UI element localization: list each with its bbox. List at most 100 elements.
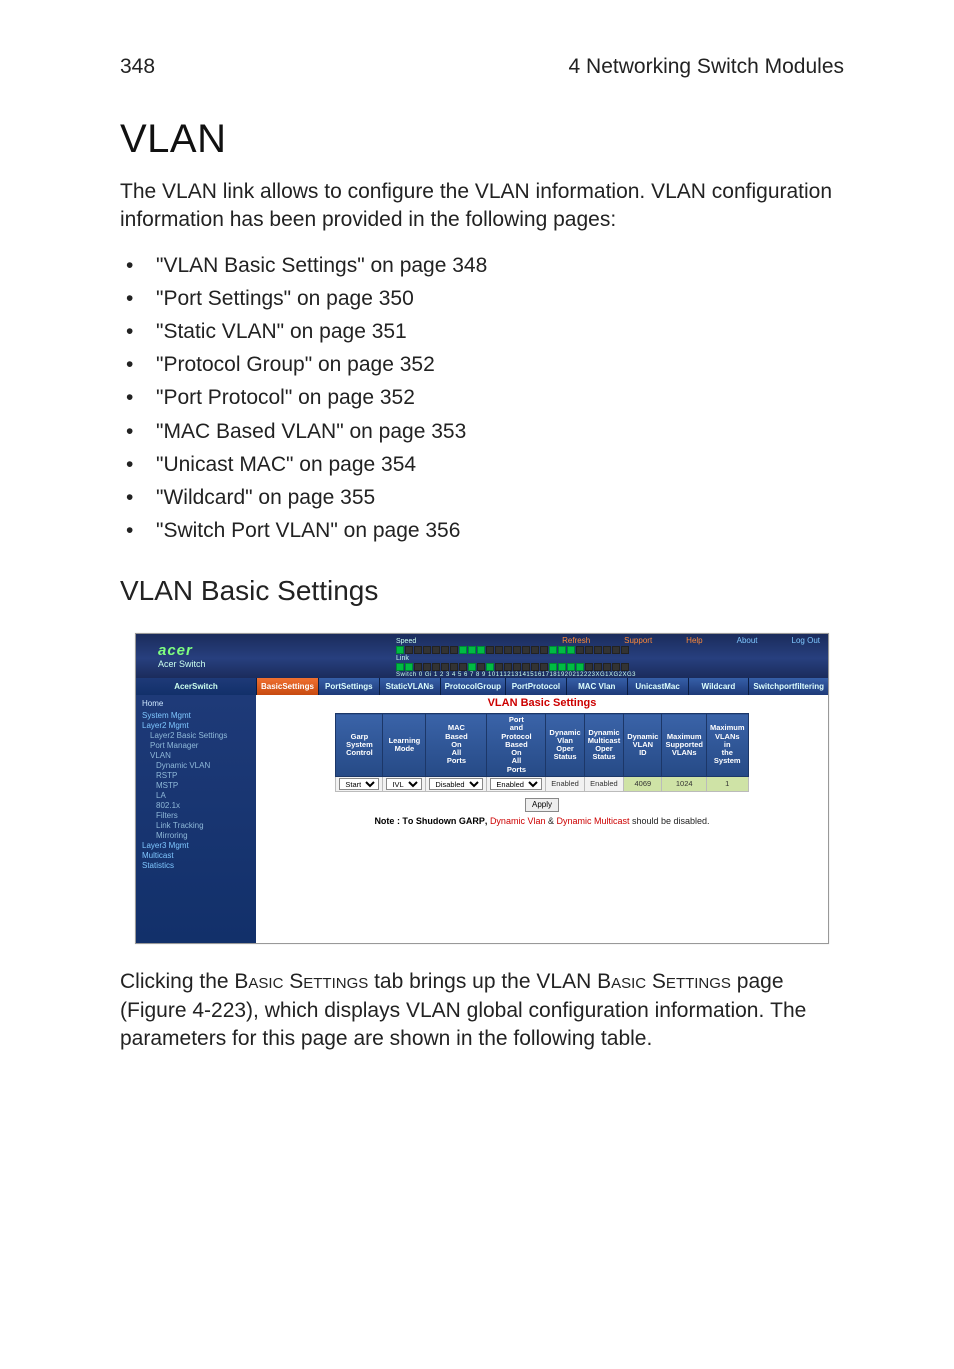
port-led [621, 663, 629, 671]
list-item: "MAC Based VLAN" on page 353 [120, 415, 844, 448]
col-maximum-vlans-in-the-system: MaximumVLANsintheSystem [706, 714, 748, 777]
macbased-select[interactable]: Disabled [429, 778, 483, 790]
banner: acer Acer Switch Speed Link Switch 0 Gi … [136, 634, 828, 678]
brand-subtitle: Acer Switch [158, 659, 206, 669]
port-led [585, 646, 593, 654]
port-led [432, 663, 440, 671]
tab-wildcard[interactable]: Wildcard [688, 678, 749, 695]
sidebar: Home System MgmtLayer2 MgmtLayer2 Basic … [136, 695, 256, 943]
sidebar-item-dynamic-vlan[interactable]: Dynamic VLAN [142, 761, 250, 771]
garp-cell[interactable]: Start [336, 776, 383, 791]
sidebar-item-statistics[interactable]: Statistics [142, 861, 250, 871]
col-port-and-protocol-based-on-all-ports: PortandProtocolBasedOnAllPorts [487, 714, 546, 777]
port-led [612, 646, 620, 654]
port-numbers: Gi 1 2 3 4 5 6 7 8 9 1011121314151617181… [425, 672, 636, 678]
tab-portsettings[interactable]: PortSettings [318, 678, 379, 695]
port-led [522, 646, 530, 654]
garp-select[interactable]: Start [339, 778, 379, 790]
port-led [423, 663, 431, 671]
port-led [405, 663, 413, 671]
list-item: "Static VLAN" on page 351 [120, 315, 844, 348]
list-item: "Switch Port VLAN" on page 356 [120, 514, 844, 547]
port-led [558, 646, 566, 654]
learning-select[interactable]: IVL [386, 778, 422, 790]
sidebar-item-la[interactable]: LA [142, 791, 250, 801]
port-led [459, 663, 467, 671]
refresh-link[interactable]: Refresh [562, 636, 590, 645]
port-led [594, 663, 602, 671]
port-led [432, 646, 440, 654]
portproto-cell[interactable]: Enabled [487, 776, 546, 791]
col-mac-based-on-all-ports: MACBasedOnAllPorts [426, 714, 487, 777]
sidebar-item-system-mgmt[interactable]: System Mgmt [142, 711, 250, 721]
port-led [549, 646, 557, 654]
tab-mac-vlan[interactable]: MAC Vlan [566, 678, 627, 695]
support-link[interactable]: Support [624, 636, 652, 645]
port-led [540, 663, 548, 671]
vlan-basic-settings-table: GarpSystemControlLearningModeMACBasedOnA… [335, 713, 748, 792]
sidebar-item-link-tracking[interactable]: Link Tracking [142, 821, 250, 831]
sidebar-item-layer2-mgmt[interactable]: Layer2 Mgmt [142, 721, 250, 731]
note-dynvlan: Dynamic Vlan [490, 816, 546, 826]
maxsupported-cell: 1024 [662, 776, 707, 791]
help-link[interactable]: Help [686, 636, 702, 645]
sidebar-home[interactable]: Home [142, 699, 250, 709]
sidebar-item-802-1x[interactable]: 802.1x [142, 801, 250, 811]
switch-ui-screenshot: acer Acer Switch Speed Link Switch 0 Gi … [135, 633, 829, 944]
maxinsystem-cell: 1 [706, 776, 748, 791]
dynmcast-cell: Enabled [584, 776, 624, 791]
port-led [495, 663, 503, 671]
tabstrip-title: AcerSwitch [136, 678, 256, 695]
list-item: "Port Protocol" on page 352 [120, 381, 844, 414]
port-led [441, 646, 449, 654]
tab-portprotocol[interactable]: PortProtocol [505, 678, 566, 695]
sidebar-item-port-manager[interactable]: Port Manager [142, 741, 250, 751]
note-amp: & [545, 816, 556, 826]
list-item: "Wildcard" on page 355 [120, 481, 844, 514]
port-led [468, 646, 476, 654]
sidebar-item-layer3-mgmt[interactable]: Layer3 Mgmt [142, 841, 250, 851]
sidebar-item-vlan[interactable]: VLAN [142, 751, 250, 761]
after-paragraph: Clicking the Basic Settings tab brings u… [120, 968, 844, 1053]
logout-link[interactable]: Log Out [792, 636, 820, 645]
port-led [450, 646, 458, 654]
about-link[interactable]: About [737, 636, 758, 645]
sidebar-item-mirroring[interactable]: Mirroring [142, 831, 250, 841]
port-led [540, 646, 548, 654]
tab-staticvlans[interactable]: StaticVLANs [379, 678, 440, 695]
tab-basicsettings[interactable]: BasicSettings [256, 678, 318, 695]
port-led [531, 663, 539, 671]
port-led [414, 663, 422, 671]
port-led [576, 663, 584, 671]
apply-button[interactable]: Apply [525, 798, 559, 812]
garp-note: Note : To Shudown GARP, Dynamic Vlan & D… [264, 816, 820, 826]
tab-protocolgroup[interactable]: ProtocolGroup [440, 678, 505, 695]
col-learning-mode: LearningMode [383, 714, 426, 777]
col-dynamic-multicast-oper-status: DynamicMulticastOperStatus [584, 714, 624, 777]
sidebar-item-multicast[interactable]: Multicast [142, 851, 250, 861]
col-garp-system-control: GarpSystemControl [336, 714, 383, 777]
port-led [558, 663, 566, 671]
port-led [531, 646, 539, 654]
portproto-select[interactable]: Enabled [490, 778, 542, 790]
section-heading: VLAN Basic Settings [120, 575, 844, 607]
list-item: "Port Settings" on page 350 [120, 282, 844, 315]
vlan-links-list: "VLAN Basic Settings" on page 348 "Port … [120, 249, 844, 548]
tab-switchportfiltering[interactable]: Switchportfiltering [748, 678, 828, 695]
port-led [522, 663, 530, 671]
port-led [504, 646, 512, 654]
sidebar-item-rstp[interactable]: RSTP [142, 771, 250, 781]
port-led [567, 663, 575, 671]
col-dynamic-vlan-oper-status: DynamicVlanOperStatus [546, 714, 584, 777]
macbased-cell[interactable]: Disabled [426, 776, 487, 791]
dynvlan-cell: Enabled [546, 776, 584, 791]
tab-unicastmac[interactable]: UnicastMac [627, 678, 688, 695]
learning-cell[interactable]: IVL [383, 776, 426, 791]
port-led [423, 646, 431, 654]
note-tail: should be disabled. [630, 816, 710, 826]
table-row: Start IVL Disabled Enabled Enabled Enabl… [336, 776, 748, 791]
port-led [477, 646, 485, 654]
sidebar-item-layer2-basic-settings[interactable]: Layer2 Basic Settings [142, 731, 250, 741]
sidebar-item-mstp[interactable]: MSTP [142, 781, 250, 791]
sidebar-item-filters[interactable]: Filters [142, 811, 250, 821]
